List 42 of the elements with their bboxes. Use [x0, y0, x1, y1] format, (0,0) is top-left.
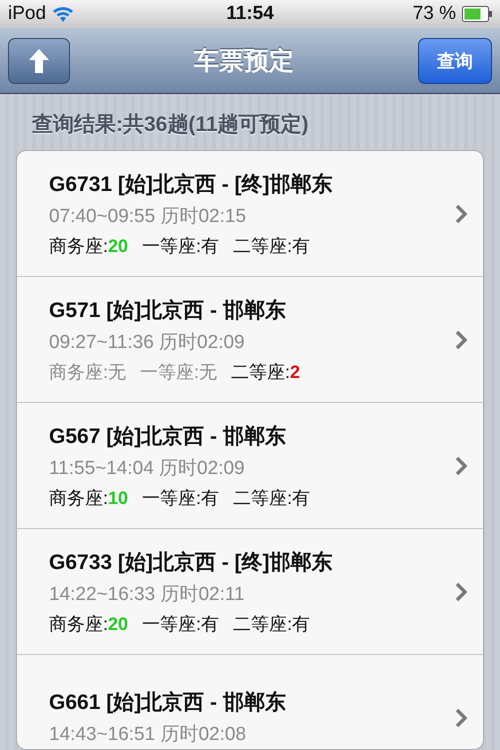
train-name: G6731 [始]北京西 - [终]邯郸东 [49, 172, 334, 198]
seat-availability: 一等座:无 [140, 360, 218, 384]
seat-availability: 商务座:20 [49, 234, 128, 258]
seat-availability: 一等座:有 [142, 486, 220, 510]
seat-availability: 一等座:有 [142, 612, 220, 636]
carrier-label: iPod [8, 3, 46, 26]
wifi-icon [52, 5, 74, 24]
train-times: 14:43~16:51 历时02:08 [49, 723, 248, 748]
seat-availability: 二等座:有 [233, 612, 310, 636]
train-times: 09:27~11:36 历时02:09 [49, 330, 246, 355]
seat-availability: 二等座:有 [233, 234, 310, 258]
train-times: 07:40~09:55 历时02:15 [49, 204, 248, 229]
train-row[interactable]: G6731 [始]北京西 - [终]邯郸东 07:40~09:55 历时02:15 商务座:20 一等座:有 二等座:有 [17, 151, 483, 278]
train-name: G567 [始]北京西 - 邯郸东 [49, 424, 287, 450]
chevron-icon [455, 582, 467, 602]
train-row[interactable]: G567 [始]北京西 - 邯郸东 11:55~14:04 历时02:09 商务座:10 一等座:有 二等座:有 [17, 403, 483, 530]
train-times: 14:22~16:33 历时02:11 [49, 582, 246, 607]
result-summary: 查询结果:共36趟(11趟可预定) [30, 112, 310, 138]
seat-availability: 二等座:2 [231, 360, 300, 384]
chevron-icon [455, 330, 467, 350]
seat-availability: 商务座:20 [49, 612, 128, 636]
seat-availability: 商务座:10 [49, 486, 128, 510]
chevron-icon [455, 204, 467, 224]
seat-availability: 一等座:有 [142, 234, 220, 258]
chevron-icon [455, 708, 467, 728]
seat-availability: 二等座:有 [233, 486, 310, 510]
train-row[interactable]: G6733 [始]北京西 - [终]邯郸东 14:22~16:33 历时02:11 商务座:20 一等座:有 二等座:有 [17, 529, 483, 656]
up-button[interactable] [8, 38, 70, 84]
query-button[interactable]: 查询 [418, 38, 492, 84]
battery-percent: 73 % [412, 3, 456, 26]
train-row[interactable]: G661 [始]北京西 - 邯郸东 14:43~16:51 历时02:08 [17, 655, 483, 749]
up-arrow-icon [28, 48, 50, 74]
train-row[interactable]: G571 [始]北京西 - 邯郸东 09:27~11:36 历时02:09 商务座:无 一等座:无 二等座:2 [17, 277, 483, 404]
battery-icon [462, 6, 492, 22]
seat-availability: 商务座:无 [49, 360, 126, 384]
page-title: 车票预定 [193, 46, 295, 78]
train-name: G6733 [始]北京西 - [终]邯郸东 [49, 550, 334, 576]
train-name: G661 [始]北京西 - 邯郸东 [49, 690, 287, 716]
train-name: G571 [始]北京西 - 邯郸东 [49, 298, 287, 324]
train-times: 11:55~14:04 历时02:09 [49, 456, 246, 481]
clock: 11:54 [226, 3, 274, 26]
chevron-icon [455, 456, 467, 476]
